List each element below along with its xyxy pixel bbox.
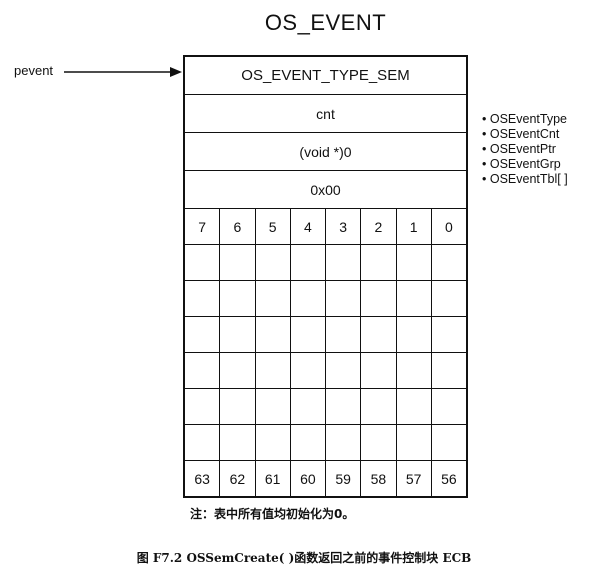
event-table-row [185,389,466,425]
event-table-cell [220,425,256,460]
event-table-cell [397,245,432,280]
event-table-cell [361,425,397,460]
event-table-cell [361,389,397,424]
bit-footer-row: 63 62 61 60 59 58 57 56 [185,461,466,496]
event-table-cell [397,425,432,460]
event-table-cell [291,389,326,424]
event-table-cell [326,389,362,424]
event-table-cell [361,353,397,388]
bit-footer-cell: 59 [326,461,362,496]
bit-footer-cell: 56 [441,470,457,487]
figure-caption: 图 F7.2 OSSemCreate( )函数返回之前的事件控制块 ECB [136,551,472,565]
bit-footer-cell: 63 [185,461,221,496]
bit-footer-cell: 62 [220,461,256,496]
event-table-row [185,281,466,317]
bit-footer-cell: 57 [397,461,432,496]
bit-header-cell: 7 [185,209,221,244]
bit-header-cell: 0 [444,218,453,235]
event-table-cell [397,317,432,352]
event-table-cell [185,281,221,316]
event-table-cell [326,425,362,460]
bit-header-cell: 4 [291,209,326,244]
event-table-cell [397,389,432,424]
event-table-cell [432,281,466,316]
event-table-cell [397,281,432,316]
event-table-cell [185,353,221,388]
event-table-cell [220,353,256,388]
event-table-cell [256,317,291,352]
bit-header-cell: 6 [220,209,256,244]
event-table-cell [220,317,256,352]
event-table-cell [185,245,221,280]
bit-header-cell: 3 [326,209,362,244]
field-event-type: OS_EVENT_TYPE_SEM [185,57,466,95]
pointer-arrow-icon [64,67,182,77]
event-table-cell [220,389,256,424]
event-table-cell [291,281,326,316]
legend-item: OSEventType [482,112,568,127]
bit-header-cell: 5 [256,209,291,244]
event-table-cell [326,245,362,280]
footnote: 注：表中所有值均初始化为0。 [190,507,355,521]
bit-footer-cell: 58 [361,461,397,496]
legend-item: OSEventPtr [482,142,568,157]
event-table-cell [432,245,466,280]
event-table-cell [256,353,291,388]
event-table-row [185,245,466,281]
event-table-row [185,317,466,353]
event-table-cell [397,353,432,388]
event-table-cell [291,353,326,388]
bit-header-cell: 2 [361,209,397,244]
event-table-row [185,353,466,389]
event-table-cell [185,389,221,424]
event-table-cell [185,425,221,460]
event-table-cell [361,245,397,280]
legend-item: OSEventCnt [482,127,568,142]
bit-header-row: 7 6 5 4 3 2 1 0 [185,209,466,245]
event-table-cell [432,317,466,352]
legend-item: OSEventGrp [482,157,568,172]
pointer-label: pevent [14,63,54,78]
event-table-cell [326,353,362,388]
event-table-cell [432,389,466,424]
diagram-title: OS_EVENT [264,10,387,35]
field-legend: OSEventType OSEventCnt OSEventPtr OSEven… [482,112,568,187]
event-table-cell [361,281,397,316]
event-control-block: OS_EVENT_TYPE_SEM cnt (void *)0 0x00 7 6… [183,55,468,498]
event-table-cell [256,425,291,460]
event-table-cell [256,245,291,280]
event-table-cell [220,281,256,316]
field-event-ptr: (void *)0 [185,133,466,171]
event-table-cell [256,389,291,424]
event-table-cell [326,281,362,316]
event-table-row [185,425,466,461]
event-table-cell [291,425,326,460]
event-table-cell [326,317,362,352]
event-table-cell [432,425,466,460]
event-table-cell [361,317,397,352]
legend-item: OSEventTbl[ ] [482,172,568,187]
bit-footer-cell: 60 [291,461,326,496]
bit-footer-cell: 61 [256,461,291,496]
event-table-cell [185,317,221,352]
field-event-cnt: cnt [185,95,466,133]
event-table-cell [256,281,291,316]
event-table-cell [291,245,326,280]
event-table-cell [220,245,256,280]
field-event-grp: 0x00 [185,171,466,209]
event-table-cell [291,317,326,352]
bit-header-cell: 1 [397,209,432,244]
event-table-cell [432,353,466,388]
